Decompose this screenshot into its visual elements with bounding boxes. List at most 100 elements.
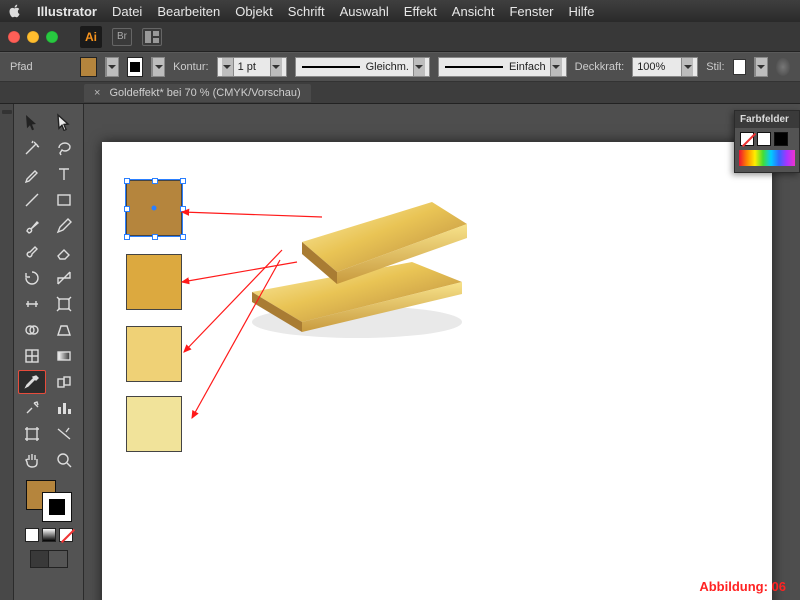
selection-handle[interactable] <box>180 234 186 240</box>
gold-bars-image <box>232 172 472 342</box>
selection-handle[interactable] <box>152 234 158 240</box>
tool-paintbrush[interactable] <box>18 214 46 238</box>
stroke-line-preview <box>302 66 360 68</box>
close-window-button[interactable] <box>8 31 20 43</box>
tool-magic-wand[interactable] <box>18 136 46 160</box>
tool-selection[interactable] <box>18 110 46 134</box>
tool-line[interactable] <box>18 188 46 212</box>
selection-type-label: Pfad <box>10 61 33 73</box>
fill-swatch[interactable] <box>80 57 96 77</box>
document-tab-row: × Goldeffekt* bei 70 % (CMYK/Vorschau) <box>0 82 800 104</box>
stroke-profile-dropdown[interactable]: Gleichm. <box>295 57 430 77</box>
tool-slice[interactable] <box>50 422 78 446</box>
tool-type[interactable] <box>50 162 78 186</box>
tool-free-transform[interactable] <box>50 292 78 316</box>
swatch-white[interactable] <box>757 132 771 146</box>
panel-menu-icon[interactable] <box>776 58 790 76</box>
menu-ansicht[interactable]: Ansicht <box>452 4 495 19</box>
tool-blob-brush[interactable] <box>18 240 46 264</box>
menu-auswahl[interactable]: Auswahl <box>340 4 389 19</box>
menu-effekt[interactable]: Effekt <box>404 4 437 19</box>
stroke-weight-value: 1 pt <box>238 61 266 73</box>
menu-fenster[interactable]: Fenster <box>509 4 553 19</box>
collapsed-panel-strip[interactable] <box>0 104 14 600</box>
tool-gradient[interactable] <box>50 344 78 368</box>
window-controls <box>8 31 58 43</box>
arrange-documents-icon[interactable] <box>142 28 162 46</box>
color-sample-1[interactable] <box>126 180 182 236</box>
opacity-value: 100% <box>637 61 677 73</box>
canvas[interactable]: Farbfelder Abbildung: 06 <box>84 104 800 600</box>
menu-schrift[interactable]: Schrift <box>288 4 325 19</box>
tool-blend[interactable] <box>50 370 78 394</box>
tool-pen[interactable] <box>18 162 46 186</box>
selection-handle[interactable] <box>180 206 186 212</box>
selection-center-anchor <box>152 206 157 211</box>
tool-rectangle[interactable] <box>50 188 78 212</box>
tool-lasso[interactable] <box>50 136 78 160</box>
opacity-label: Deckkraft: <box>575 61 625 73</box>
menu-datei[interactable]: Datei <box>112 4 142 19</box>
brush-line-preview <box>445 66 503 68</box>
tab-close-icon[interactable]: × <box>94 87 100 99</box>
fill-stroke-control[interactable] <box>26 480 72 522</box>
swatch-black[interactable] <box>774 132 788 146</box>
menu-bearbeiten[interactable]: Bearbeiten <box>157 4 220 19</box>
color-mode-gradient[interactable] <box>42 528 56 542</box>
color-mode-none[interactable] <box>59 528 73 542</box>
swatch-none[interactable] <box>740 132 754 146</box>
color-mode-solid[interactable] <box>25 528 39 542</box>
artboard[interactable] <box>102 142 772 600</box>
tool-eraser[interactable] <box>50 240 78 264</box>
tool-width[interactable] <box>18 292 46 316</box>
maximize-window-button[interactable] <box>46 31 58 43</box>
tool-scale[interactable] <box>50 266 78 290</box>
selection-handle[interactable] <box>124 178 130 184</box>
swatches-panel[interactable]: Farbfelder <box>734 110 800 173</box>
tool-hand[interactable] <box>18 448 46 472</box>
brush-profile-label: Einfach <box>509 61 546 73</box>
opacity-dropdown[interactable]: 100% <box>632 57 698 77</box>
graphic-style-dropdown[interactable] <box>754 57 768 77</box>
screen-mode-switch[interactable] <box>30 550 68 568</box>
tab-title: Goldeffekt* bei 70 % (CMYK/Vorschau) <box>110 87 301 99</box>
control-bar: Pfad Kontur: 1 pt Gleichm. Einfach Deckk… <box>0 52 800 82</box>
bridge-icon[interactable]: Br <box>112 28 132 46</box>
document-tab[interactable]: × Goldeffekt* bei 70 % (CMYK/Vorschau) <box>84 84 311 102</box>
tool-eyedropper[interactable] <box>18 370 46 394</box>
stroke-color-box[interactable] <box>42 492 72 522</box>
color-sample-4[interactable] <box>126 396 182 452</box>
tool-symbol-sprayer[interactable] <box>18 396 46 420</box>
stroke-swatch[interactable] <box>127 57 143 77</box>
tool-shape-builder[interactable] <box>18 318 46 342</box>
selection-handle[interactable] <box>180 178 186 184</box>
brush-profile-dropdown[interactable]: Einfach <box>438 57 567 77</box>
tool-perspective[interactable] <box>50 318 78 342</box>
style-label: Stil: <box>706 61 724 73</box>
mac-menu-bar: Illustrator Datei Bearbeiten Objekt Schr… <box>0 0 800 22</box>
tool-pencil[interactable] <box>50 214 78 238</box>
tool-rotate[interactable] <box>18 266 46 290</box>
menu-hilfe[interactable]: Hilfe <box>569 4 595 19</box>
color-sample-2[interactable] <box>126 254 182 310</box>
minimize-window-button[interactable] <box>27 31 39 43</box>
stroke-weight-dropdown[interactable]: 1 pt <box>217 57 287 77</box>
stroke-cap-label: Gleichm. <box>366 61 409 73</box>
stroke-dropdown[interactable] <box>151 57 165 77</box>
selection-handle[interactable] <box>124 206 130 212</box>
tool-artboard[interactable] <box>18 422 46 446</box>
tool-column-graph[interactable] <box>50 396 78 420</box>
figure-caption: Abbildung: 06 <box>699 579 786 594</box>
swatches-panel-title: Farbfelder <box>735 111 799 128</box>
color-sample-3[interactable] <box>126 326 182 382</box>
tool-direct-selection[interactable] <box>50 110 78 134</box>
kontur-label: Kontur: <box>173 61 208 73</box>
fill-dropdown[interactable] <box>105 57 119 77</box>
selection-handle[interactable] <box>152 178 158 184</box>
swatch-spectrum-gradient[interactable] <box>739 150 795 166</box>
tool-zoom[interactable] <box>50 448 78 472</box>
menu-objekt[interactable]: Objekt <box>235 4 273 19</box>
tool-mesh[interactable] <box>18 344 46 368</box>
selection-handle[interactable] <box>124 234 130 240</box>
graphic-style-swatch[interactable] <box>733 59 746 75</box>
